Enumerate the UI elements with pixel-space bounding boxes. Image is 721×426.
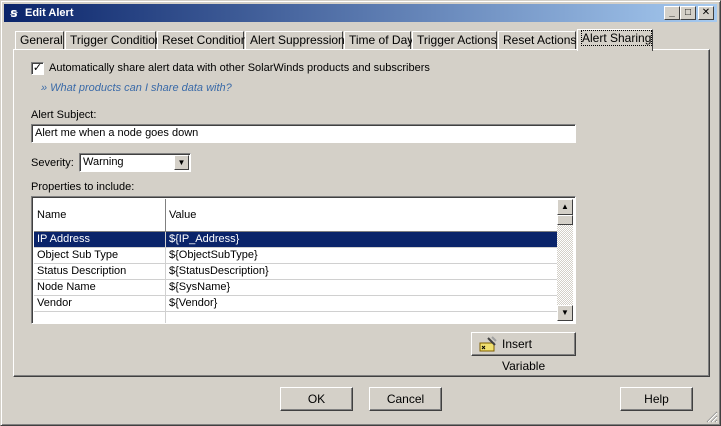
grid-scrollbar[interactable]: ▲ ▼ [557,199,573,321]
ok-button[interactable]: OK [280,387,353,411]
insert-variable-button[interactable]: Insert Variable [471,332,576,373]
tab-time-of-day[interactable]: Time of Day [344,31,414,50]
properties-grid: Name Value IP Address ${IP_Address} Obje… [31,196,576,324]
tab-reset-actions[interactable]: Reset Actions [498,31,576,50]
grid-header: Name Value [34,199,558,232]
properties-label: Properties to include: [31,181,135,193]
cell-name: Vendor [34,296,166,311]
cell-value: ${SysName} [169,281,231,293]
tab-label: Alert Sharing [580,30,653,46]
tab-general[interactable]: General [15,31,64,50]
column-header-value[interactable]: Value [166,199,558,231]
tab-trigger-actions[interactable]: Trigger Actions [412,31,497,50]
table-row-empty [34,312,558,323]
alert-subject-label: Alert Subject: [31,109,97,121]
tab-alert-suppression[interactable]: Alert Suppression [245,31,345,50]
table-row[interactable]: Status Description ${StatusDescription} [34,264,558,280]
cell-value: ${Vendor} [169,297,218,309]
tab-label: Time of Day [349,33,414,47]
cell-name: Node Name [34,280,166,295]
tab-label: General [20,33,63,47]
column-header-name[interactable]: Name [34,199,166,231]
alert-subject-input[interactable]: Alert me when a node goes down [31,124,576,143]
table-row[interactable]: Vendor ${Vendor} [34,296,558,312]
tab-reset-condition[interactable]: Reset Condition [157,31,248,50]
tab-trigger-condition[interactable]: Trigger Condition [65,31,162,50]
insert-variable-icon [479,336,497,352]
close-button[interactable]: ✕ [698,6,714,20]
share-alert-checkbox-label[interactable]: Automatically share alert data with othe… [49,62,430,75]
tab-alert-sharing[interactable]: Alert Sharing [577,29,653,51]
tab-label: Trigger Actions [417,33,497,47]
cell-value: ${IP_Address} [169,233,240,245]
maximize-button[interactable]: □ [680,6,696,20]
cell-value: ${ObjectSubType} [169,249,258,261]
cell-name: Status Description [34,264,166,279]
tab-label: Trigger Condition [70,33,162,47]
table-row[interactable]: Object Sub Type ${ObjectSubType} [34,248,558,264]
insert-variable-label: Insert Variable [502,337,546,373]
title-bar[interactable]: ꞩ Edit Alert _ □ ✕ [4,4,717,22]
severity-label: Severity: [31,157,74,169]
tab-label: Reset Condition [162,33,248,47]
cell-name: IP Address [34,232,166,247]
table-row[interactable]: IP Address ${IP_Address} [34,232,558,248]
minimize-button[interactable]: _ [664,6,680,20]
severity-value: Warning [83,156,124,168]
solarwinds-app-icon: ꞩ [10,6,18,20]
scroll-down-icon[interactable]: ▼ [557,305,573,321]
help-button[interactable]: Help [620,387,693,411]
cancel-button[interactable]: Cancel [369,387,442,411]
cell-name: Object Sub Type [34,248,166,263]
chevron-down-icon[interactable]: ▼ [174,155,189,170]
tab-label: Reset Actions [503,33,577,47]
edit-alert-dialog: ꞩ Edit Alert _ □ ✕ General Trigger Condi… [0,0,721,426]
scroll-thumb[interactable] [557,215,573,225]
scroll-up-icon[interactable]: ▲ [557,199,573,215]
severity-select[interactable]: Warning ▼ [79,153,191,172]
cell-name [34,312,166,323]
cell-value: ${StatusDescription} [169,265,269,277]
what-products-link[interactable]: » What products can I share data with? [41,82,232,95]
resize-grip-icon[interactable] [706,411,718,423]
share-alert-checkbox[interactable]: ✓ [31,62,44,75]
window-title: Edit Alert [25,7,74,19]
tab-label: Alert Suppression [250,33,345,47]
table-row[interactable]: Node Name ${SysName} [34,280,558,296]
